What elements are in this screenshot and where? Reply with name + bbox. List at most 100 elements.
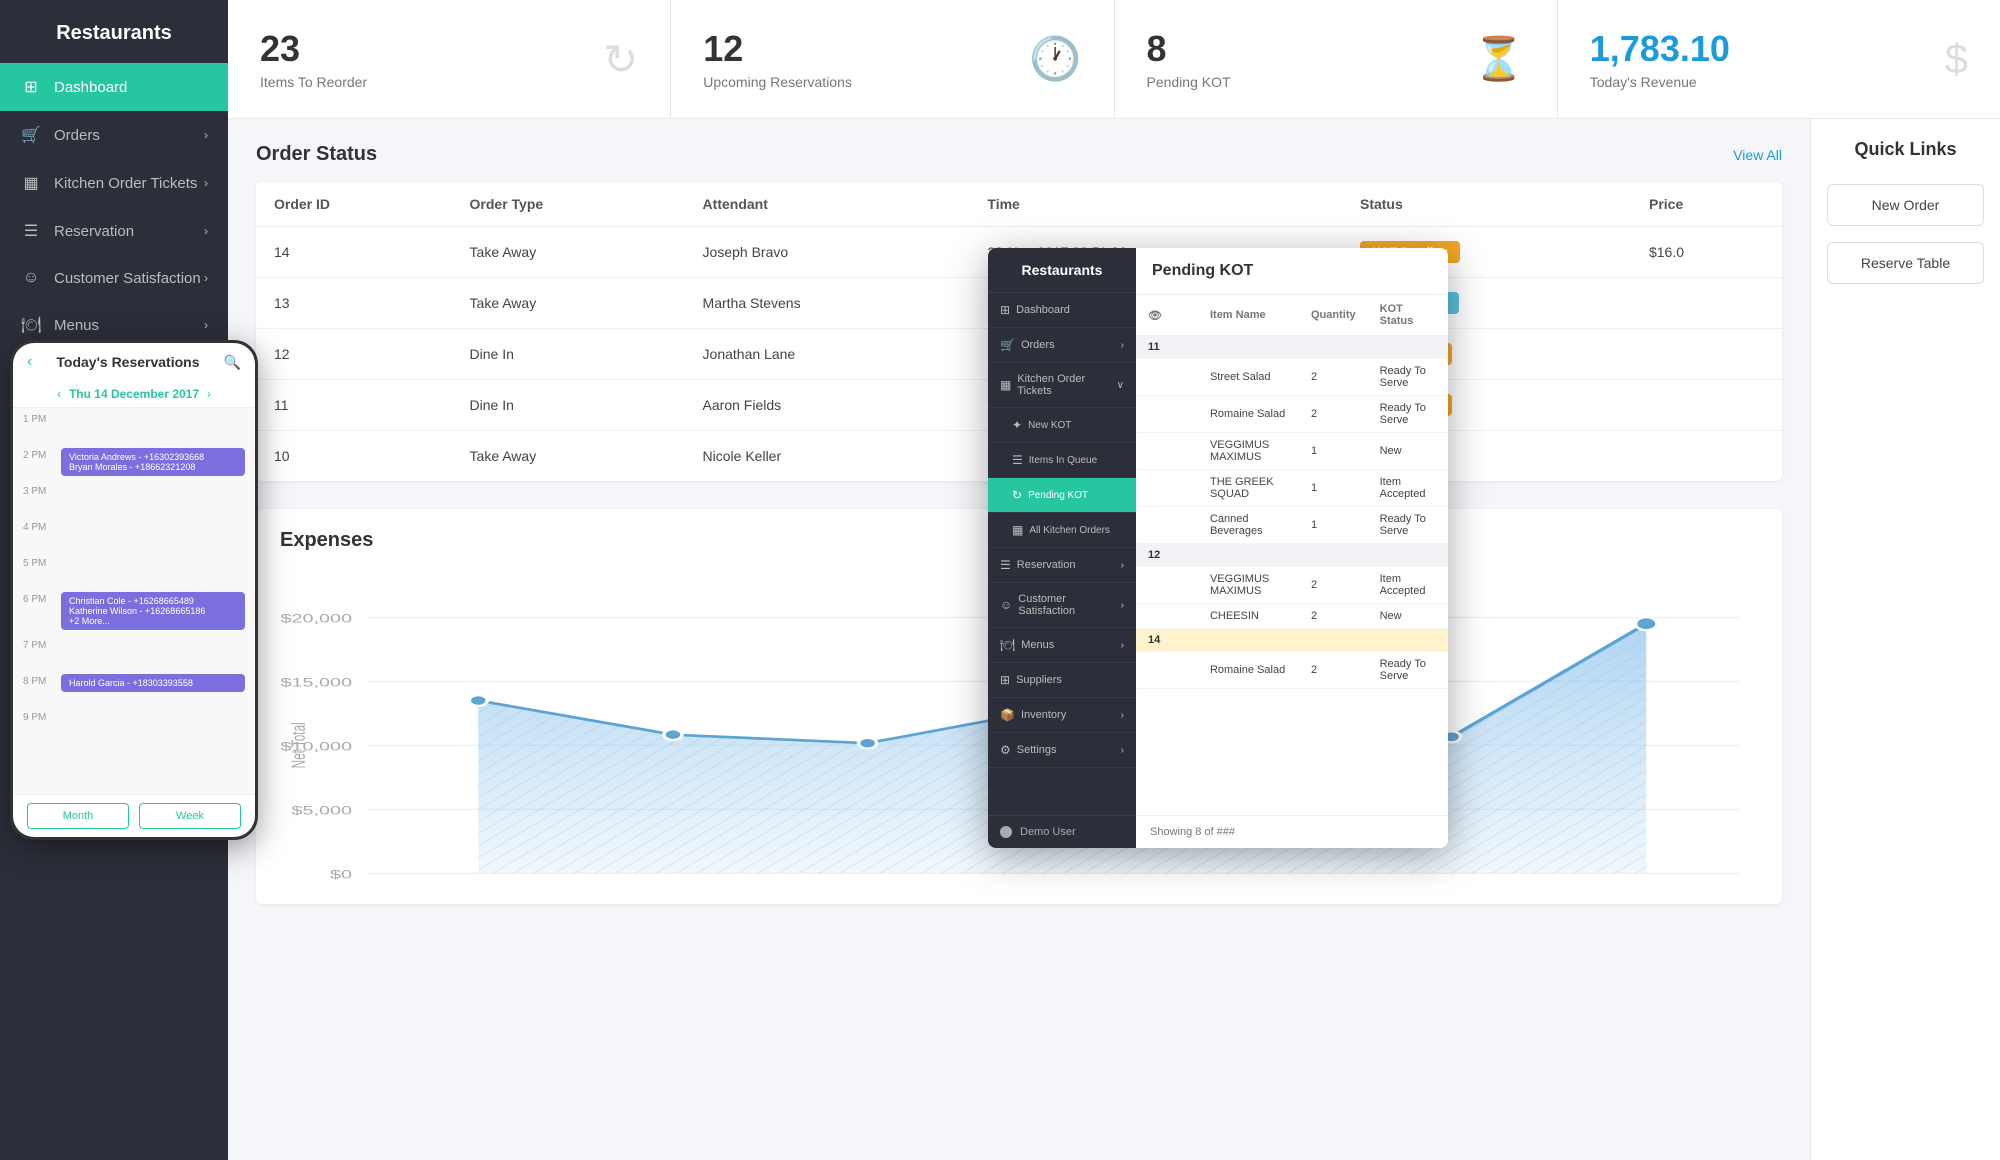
month-tab[interactable]: Month [27,803,129,829]
stat-label-reorder: Items To Reorder [260,74,587,90]
sidebar-item-label: Reservation [54,223,134,240]
kot-item-row: CHEESIN 2 New [1136,604,1448,629]
kot-menu-settings[interactable]: ⚙ Settings › [988,733,1136,768]
order-id: 14 [256,227,452,278]
group-id: 12 [1136,544,1448,567]
order-status-title: Order Status [256,143,377,166]
eye-col [1136,470,1174,507]
sidebar-item-label: Kitchen Order Tickets [54,175,197,192]
kot-menu-all-kitchen[interactable]: ▦ All Kitchen Orders [988,513,1136,548]
kot-menu-label: Orders [1021,339,1055,351]
col-attendant: Attendant [685,182,970,227]
kot-menu-label: Pending KOT [1028,490,1088,501]
new-order-button[interactable]: New Order [1827,184,1984,226]
kot-table-area: 👁 Item Name Quantity KOT Status 11 Stree… [1136,295,1448,815]
attendant: Jonathan Lane [685,329,970,380]
kot-menu-pending-kot[interactable]: ↻ Pending KOT [988,478,1136,513]
check-col [1174,567,1198,604]
reservation-event[interactable]: Christian Cole - +16268665489Katherine W… [61,592,245,630]
kot-main-header: Pending KOT [1136,248,1448,295]
eye-col [1136,567,1174,604]
time-label: 1 PM [23,412,55,425]
eye-col [1136,604,1174,629]
sidebar-item-customer-satisfaction[interactable]: ☺ Customer Satisfaction › [0,255,228,301]
order-type: Dine In [452,329,685,380]
sidebar-item-label: Customer Satisfaction [54,270,201,287]
kot-menu-kot[interactable]: ▦ Kitchen Order Tickets ∨ [988,363,1136,408]
sidebar-item-kot[interactable]: ▦ Kitchen Order Tickets › [0,159,228,207]
kot-menu-label: Customer Satisfaction [1018,593,1120,617]
order-status-header: Order Status View All [256,143,1782,166]
kot-icon: ▦ [1000,378,1011,392]
stat-pending-kot: 8 Pending KOT ⏳ [1115,0,1558,118]
kot-menu-label: Kitchen Order Tickets [1017,373,1116,397]
kot-menu-label: New KOT [1028,420,1071,431]
reserve-table-button[interactable]: Reserve Table [1827,242,1984,284]
kot-menu-label: All Kitchen Orders [1029,525,1110,536]
prev-date-button[interactable]: ‹ [57,387,61,401]
reservation-event[interactable]: Victoria Andrews - +16302393668Bryan Mor… [61,448,245,476]
back-button[interactable]: ‹ [27,353,32,371]
kot-menu-new-kot[interactable]: ✦ New KOT [988,408,1136,443]
time-label: 6 PM [23,592,55,605]
chevron-icon: ∨ [1117,380,1124,391]
col-item-name: Item Name [1198,295,1299,336]
chevron-right-icon: › [204,318,208,332]
stat-number-reorder: 23 [260,28,587,70]
check-col [1174,507,1198,544]
kot-menu-menus[interactable]: 🍽 Menus › [988,628,1136,663]
satisfaction-icon: ☺ [1000,598,1012,612]
sidebar-item-dashboard[interactable]: ⊞ Dashboard [0,63,228,111]
kot-menu-inventory[interactable]: 📦 Inventory › [988,698,1136,733]
kot-menu-reservation[interactable]: ☰ Reservation › [988,548,1136,583]
check-col [1174,470,1198,507]
time-slot: 9 PM [13,706,255,742]
group-id: 14 [1136,629,1448,652]
kot-menu-items-queue[interactable]: ☰ Items In Queue [988,443,1136,478]
time-slot: 8 PMHarold Garcia - +18303393558 [13,670,255,706]
kot-menu-suppliers[interactable]: ⊞ Suppliers [988,663,1136,698]
eye-col [1136,433,1174,470]
queue-icon: ☰ [1012,453,1023,467]
item-qty: 1 [1299,433,1368,470]
order-type: Take Away [452,431,685,482]
stat-label-reservations: Upcoming Reservations [703,74,1013,90]
kot-menu-dashboard[interactable]: ⊞ Dashboard [988,293,1136,328]
check-col [1174,604,1198,629]
sidebar-item-reservation[interactable]: ☰ Reservation › [0,207,228,255]
time-slot: 5 PM [13,552,255,588]
stat-number-revenue: 1,783.10 [1590,28,1929,70]
phone-header: ‹ Today's Reservations 🔍 [13,343,255,381]
phone-overlay: ‹ Today's Reservations 🔍 ‹ Thu 14 Decemb… [10,340,258,840]
user-name: Demo User [1020,826,1076,838]
check-col [1174,396,1198,433]
pending-icon: ↻ [1012,488,1022,502]
check-col [1174,652,1198,689]
all-kitchen-icon: ▦ [1012,523,1023,537]
view-all-link[interactable]: View All [1733,147,1782,163]
reservation-icon: ☰ [20,221,42,241]
search-icon[interactable]: 🔍 [224,354,241,371]
kot-item-row: THE GREEK SQUAD 1 Item Accepted [1136,470,1448,507]
kot-user-row: Demo User [988,815,1136,848]
reservation-event[interactable]: Harold Garcia - +18303393558 [61,674,245,692]
week-tab[interactable]: Week [139,803,241,829]
sidebar-title: Restaurants [0,0,228,63]
satisfaction-icon: ☺ [20,269,42,287]
kot-menu-customer-sat[interactable]: ☺ Customer Satisfaction › [988,583,1136,628]
kot-menu-orders[interactable]: 🛒 Orders › [988,328,1136,363]
order-price [1631,380,1782,431]
item-status: Item Accepted [1368,567,1448,604]
chevron-right-icon: › [204,128,208,142]
svg-text:$15,000: $15,000 [280,677,352,690]
kot-item-row: Street Salad 2 Ready To Serve [1136,359,1448,396]
item-name: Street Salad [1198,359,1299,396]
eye-col [1136,507,1174,544]
item-name: Romaine Salad [1198,652,1299,689]
kot-menu-label: Suppliers [1016,674,1062,686]
kot-menu-label: Items In Queue [1029,455,1097,466]
col-check [1174,295,1198,336]
sidebar-item-orders[interactable]: 🛒 Orders › [0,111,228,159]
next-date-button[interactable]: › [207,387,211,401]
sidebar-item-label: Dashboard [54,79,127,96]
